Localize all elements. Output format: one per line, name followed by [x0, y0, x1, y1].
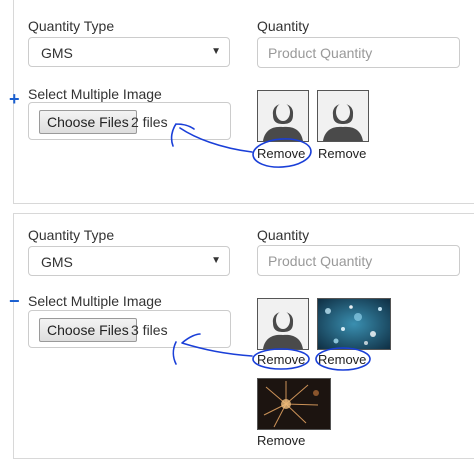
- fireworks-photo-thumbnail: [257, 378, 331, 430]
- quantity-type-value: GMS: [41, 254, 73, 270]
- choose-files-button[interactable]: Choose Files: [39, 318, 137, 342]
- quantity-input[interactable]: Product Quantity: [257, 37, 460, 68]
- file-input-box[interactable]: Choose Files 2 files: [28, 102, 231, 140]
- remove-section-toggle[interactable]: −: [9, 291, 20, 312]
- select-images-label: Select Multiple Image: [28, 86, 162, 102]
- files-count: 3 files: [131, 322, 168, 338]
- quantity-input[interactable]: Product Quantity: [257, 245, 460, 276]
- user-silhouette-icon: [318, 91, 368, 141]
- quantity-type-select[interactable]: GMS ▼: [28, 37, 230, 67]
- quantity-type-value: GMS: [41, 45, 73, 61]
- avatar-placeholder-thumbnail: [257, 90, 309, 142]
- choose-files-button[interactable]: Choose Files: [39, 110, 137, 134]
- user-silhouette-icon: [258, 299, 308, 349]
- files-count: 2 files: [131, 114, 168, 130]
- fireworks-photo-image: [258, 379, 330, 429]
- remove-image-link[interactable]: Remove: [257, 433, 305, 448]
- avatar-placeholder-thumbnail: [257, 298, 309, 350]
- bokeh-photo-image: [318, 299, 390, 349]
- avatar-placeholder-thumbnail: [317, 90, 369, 142]
- quantity-type-select[interactable]: GMS ▼: [28, 246, 230, 276]
- bokeh-photo-thumbnail: [317, 298, 391, 350]
- chevron-down-icon: ▼: [211, 46, 221, 57]
- quantity-label: Quantity: [257, 18, 310, 34]
- quantity-type-label: Quantity Type: [28, 227, 115, 243]
- chevron-down-icon: ▼: [211, 255, 221, 266]
- quantity-placeholder: Product Quantity: [268, 45, 373, 61]
- remove-image-link[interactable]: Remove: [318, 146, 366, 161]
- remove-image-link[interactable]: Remove: [257, 352, 305, 367]
- select-images-label: Select Multiple Image: [28, 293, 162, 309]
- user-silhouette-icon: [258, 91, 308, 141]
- quantity-type-label: Quantity Type: [28, 18, 115, 34]
- file-input-box[interactable]: Choose Files 3 files: [28, 310, 231, 348]
- quantity-placeholder: Product Quantity: [268, 253, 373, 269]
- remove-image-link[interactable]: Remove: [318, 352, 366, 367]
- add-section-toggle[interactable]: +: [9, 89, 20, 110]
- remove-image-link[interactable]: Remove: [257, 146, 305, 161]
- quantity-label: Quantity: [257, 227, 310, 243]
